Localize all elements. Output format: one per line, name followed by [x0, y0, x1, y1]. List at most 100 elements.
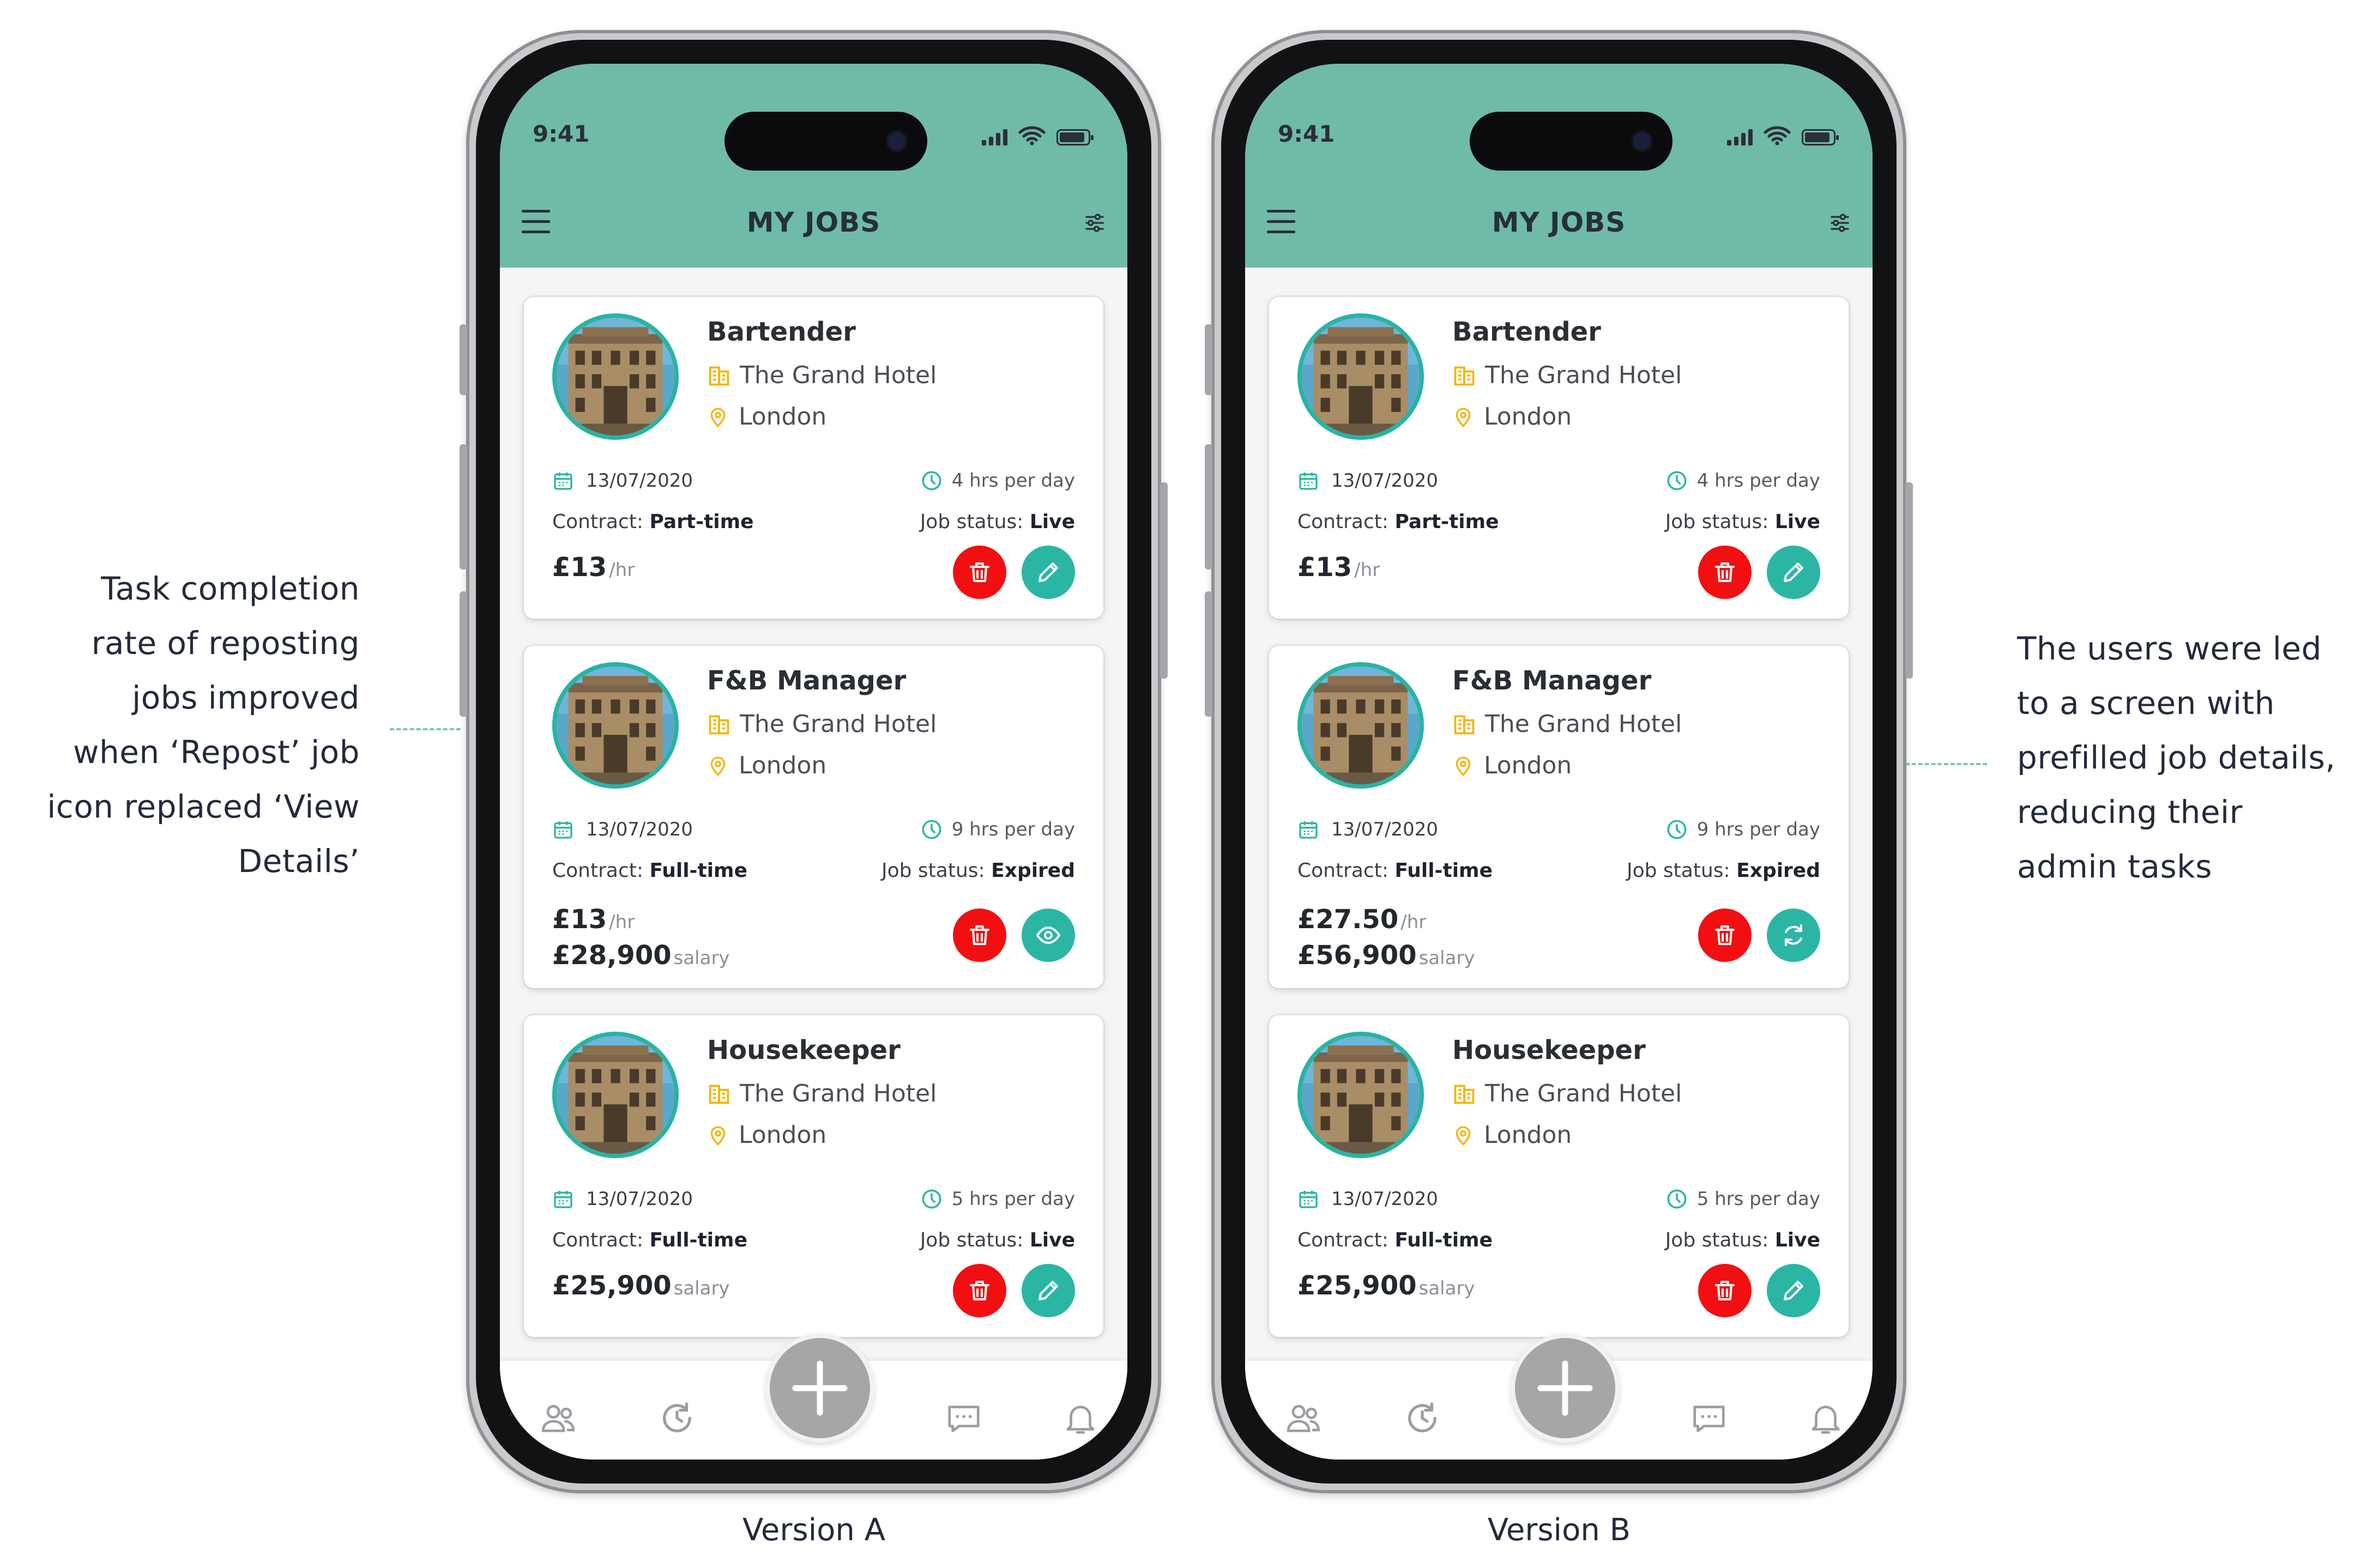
schedule-row: 13/07/2020 5 hrs per day	[1297, 1188, 1820, 1210]
delete-job-button[interactable]	[1698, 1264, 1752, 1317]
power-button[interactable]	[1160, 482, 1168, 679]
pay-primary: £13/hr	[552, 552, 635, 583]
power-button[interactable]	[1905, 482, 1913, 679]
history-icon[interactable]	[1403, 1399, 1441, 1437]
contract-label: Contract:	[1297, 859, 1388, 882]
volume-down-button[interactable]	[460, 591, 467, 717]
pay-secondary: £56,900 salary	[1297, 940, 1475, 971]
history-icon[interactable]	[658, 1399, 696, 1437]
job-status: Job status: Live	[1665, 511, 1820, 533]
schedule-row: 13/07/2020 5 hrs per day	[552, 1188, 1075, 1210]
phone-screen: 9:41 MY JOBS Bartender The Grand Hotel L…	[500, 64, 1127, 1460]
annotation-line: Task completion	[101, 570, 360, 607]
pay-amount: £28,900	[552, 940, 672, 971]
company-name: The Grand Hotel	[740, 361, 937, 389]
plus-icon	[787, 1355, 853, 1421]
action-button[interactable]	[1205, 324, 1212, 395]
card-actions	[953, 909, 1075, 962]
job-card[interactable]: F&B Manager The Grand Hotel London 13/07…	[524, 646, 1103, 988]
card-actions	[1698, 546, 1820, 599]
job-title[interactable]: F&B Manager	[707, 665, 906, 696]
delete-job-button[interactable]	[1698, 546, 1752, 599]
hotel-image	[1302, 318, 1420, 435]
job-title[interactable]: F&B Manager	[1452, 665, 1651, 696]
view-details-button[interactable]	[1022, 909, 1075, 962]
people-icon[interactable]	[1284, 1399, 1323, 1437]
calendar-icon	[1297, 470, 1319, 492]
volume-up-button[interactable]	[460, 444, 467, 570]
contract: Contract: Full-time	[552, 1229, 747, 1251]
contract: Contract: Full-time	[1297, 859, 1493, 882]
add-job-button[interactable]	[1511, 1334, 1620, 1443]
job-card[interactable]: Housekeeper The Grand Hotel London 13/07…	[524, 1015, 1103, 1337]
filter-icon[interactable]	[1827, 211, 1853, 235]
chat-icon[interactable]	[1690, 1399, 1728, 1437]
people-icon[interactable]	[539, 1399, 577, 1437]
job-status: Job status: Expired	[1627, 859, 1820, 882]
hotel-avatar	[1297, 662, 1424, 789]
annotation-connector-right	[1905, 763, 1987, 765]
date-value: 13/07/2020	[1331, 470, 1438, 492]
phone-screen: 9:41 MY JOBS Bartender The Grand Hotel L…	[1245, 64, 1873, 1460]
edit-job-button[interactable]	[1767, 546, 1820, 599]
repost-job-button[interactable]	[1767, 909, 1820, 962]
add-job-button[interactable]	[765, 1334, 874, 1443]
action-button[interactable]	[460, 324, 467, 395]
camera-icon	[1633, 132, 1651, 150]
wifi-icon	[1764, 126, 1791, 146]
edit-job-button[interactable]	[1022, 546, 1075, 599]
job-card[interactable]: Bartender The Grand Hotel London 13/07/2…	[524, 297, 1103, 619]
annotation-line: rate of reposting	[91, 625, 360, 662]
hotel-avatar	[552, 313, 679, 440]
contract-value: Part-time	[1394, 511, 1499, 533]
job-title[interactable]: Bartender	[1452, 317, 1601, 347]
delete-job-button[interactable]	[953, 546, 1006, 599]
filter-icon[interactable]	[1082, 211, 1108, 235]
company: The Grand Hotel	[1452, 1080, 1682, 1107]
building-icon	[707, 712, 731, 736]
pay-unit: salary	[1418, 947, 1475, 969]
job-card[interactable]: F&B Manager The Grand Hotel London 13/07…	[1269, 646, 1849, 988]
edit-job-button[interactable]	[1767, 1264, 1820, 1317]
bell-icon[interactable]	[1807, 1399, 1845, 1437]
chat-icon[interactable]	[945, 1399, 983, 1437]
annotation-line: Details’	[238, 843, 360, 880]
job-status-label: Job status:	[1626, 859, 1730, 882]
delete-job-button[interactable]	[953, 1264, 1006, 1317]
calendar-icon	[552, 819, 574, 840]
bell-icon[interactable]	[1061, 1399, 1100, 1437]
job-status: Job status: Expired	[881, 859, 1075, 882]
volume-down-button[interactable]	[1205, 591, 1212, 717]
clock-icon	[920, 1188, 943, 1210]
job-status: Job status: Live	[920, 511, 1075, 533]
pay-unit: salary	[1418, 1278, 1475, 1299]
pay-amount: £25,900	[1297, 1270, 1417, 1301]
contract-value: Part-time	[649, 511, 754, 533]
location-pin-icon	[707, 406, 729, 428]
dynamic-island	[724, 112, 927, 171]
pay-secondary: £28,900 salary	[552, 940, 730, 971]
clock-icon	[920, 818, 943, 841]
status-icons	[1727, 124, 1839, 146]
job-status: Job status: Live	[920, 1229, 1075, 1251]
hotel-avatar	[552, 1032, 679, 1158]
volume-up-button[interactable]	[1205, 444, 1212, 570]
job-title[interactable]: Housekeeper	[1452, 1035, 1646, 1065]
location-name: London	[1484, 403, 1572, 431]
delete-job-button[interactable]	[953, 909, 1006, 962]
calendar-icon	[552, 470, 574, 492]
delete-job-button[interactable]	[1698, 909, 1752, 962]
trash-icon	[967, 559, 993, 585]
job-title[interactable]: Bartender	[707, 317, 856, 347]
job-title[interactable]: Housekeeper	[707, 1035, 901, 1065]
annotation-line: icon replaced ‘View	[47, 788, 360, 825]
hours-value: 4 hrs per day	[951, 470, 1075, 492]
job-card[interactable]: Housekeeper The Grand Hotel London 13/07…	[1269, 1015, 1849, 1337]
date: 13/07/2020	[1297, 470, 1438, 492]
job-status-value: Live	[1029, 1229, 1075, 1251]
date-value: 13/07/2020	[586, 1188, 693, 1210]
location-name: London	[1484, 1121, 1572, 1149]
contract-value: Full-time	[1394, 859, 1493, 882]
job-card[interactable]: Bartender The Grand Hotel London 13/07/2…	[1269, 297, 1849, 619]
edit-job-button[interactable]	[1022, 1264, 1075, 1317]
